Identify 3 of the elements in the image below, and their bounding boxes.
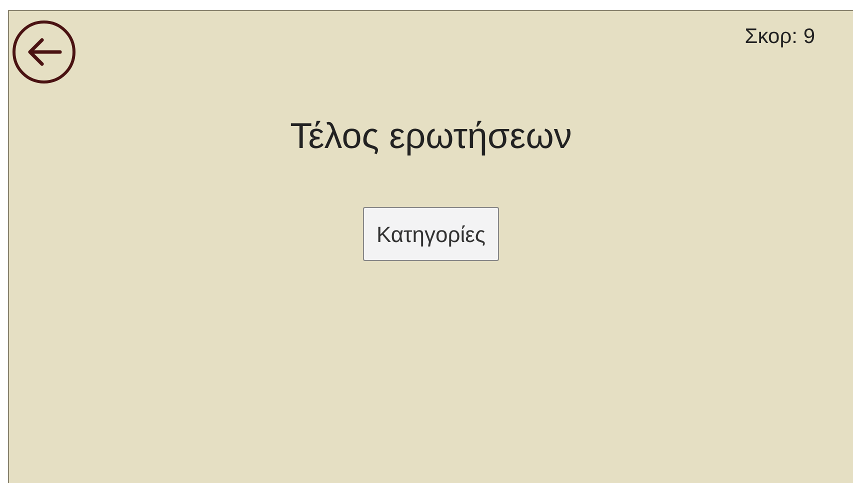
page-title: Τέλος ερωτήσεων xyxy=(290,114,572,158)
category-button[interactable]: Κατηγορίες xyxy=(363,207,499,261)
score-label: Σκορ: 9 xyxy=(744,24,815,50)
